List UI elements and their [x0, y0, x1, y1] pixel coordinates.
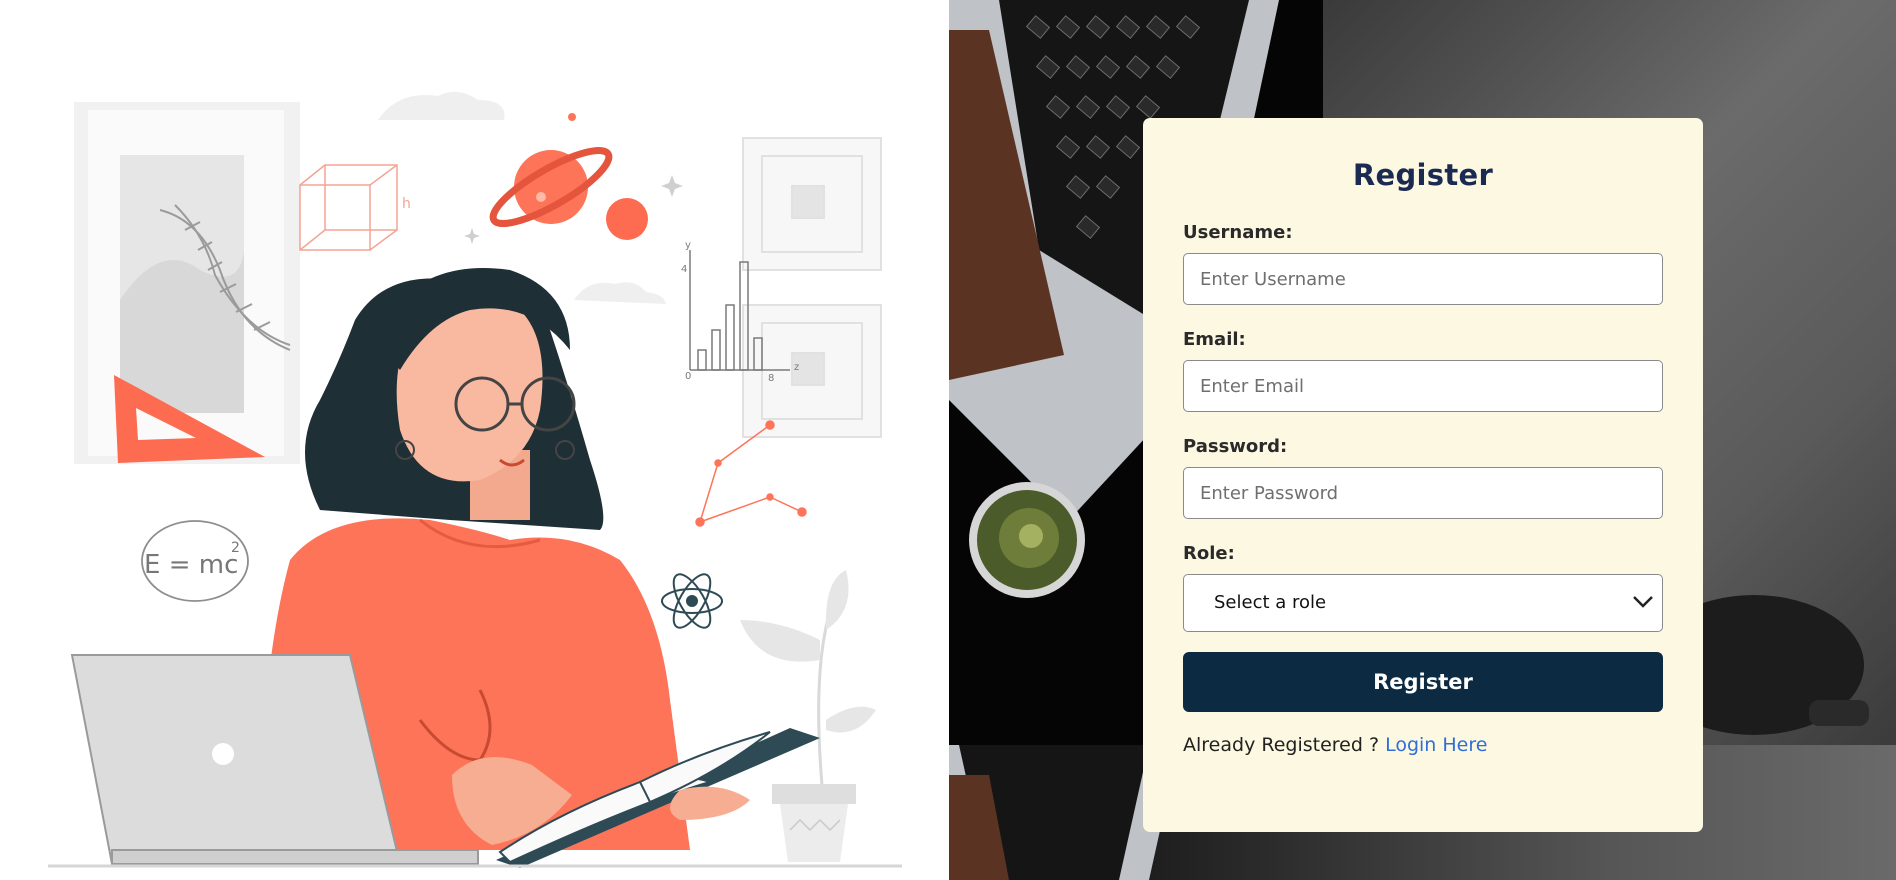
chart-label-x0: 0 — [685, 371, 691, 382]
hero-illustration: h y 4 0 8 z E = mc 2 — [0, 0, 949, 880]
role-select-value: Select a role — [1214, 592, 1327, 613]
username-label: Username: — [1183, 222, 1293, 243]
chevron-down-icon — [1633, 596, 1653, 608]
register-button[interactable]: Register — [1183, 652, 1663, 712]
chart-label-y: y — [685, 240, 691, 251]
cube-icon — [299, 164, 398, 251]
cube-label: h — [402, 196, 411, 212]
chart-label-xz: z — [794, 362, 799, 373]
login-link[interactable]: Login Here — [1385, 734, 1487, 756]
username-input[interactable] — [1183, 253, 1663, 305]
plant-icon — [740, 570, 876, 862]
login-prompt-text: Already Registered ? — [1183, 734, 1386, 756]
chart-label-x8: 8 — [768, 373, 774, 384]
cloud-shape — [574, 282, 666, 304]
chart-label-y4: 4 — [681, 264, 687, 275]
role-label: Role: — [1183, 543, 1235, 564]
login-prompt: Already Registered ? Login Here — [1183, 734, 1663, 756]
atom-icon — [661, 573, 723, 629]
wall-frame — [742, 137, 882, 438]
password-input[interactable] — [1183, 467, 1663, 519]
cloud-shape — [378, 91, 505, 120]
sparkle-icon — [661, 175, 683, 197]
email-label: Email: — [1183, 329, 1246, 350]
register-card: Register Username: Email: Password: Role… — [1143, 118, 1703, 832]
planet-icon — [489, 113, 648, 240]
password-label: Password: — [1183, 436, 1288, 457]
formula-superscript: 2 — [231, 540, 240, 556]
page-title: Register — [1352, 158, 1494, 192]
sparkle-icon — [464, 228, 480, 244]
succulent-photo — [969, 482, 1085, 598]
role-select[interactable]: Select a role — [1183, 574, 1663, 632]
email-input[interactable] — [1183, 360, 1663, 412]
formula-text: E = mc — [144, 550, 238, 580]
